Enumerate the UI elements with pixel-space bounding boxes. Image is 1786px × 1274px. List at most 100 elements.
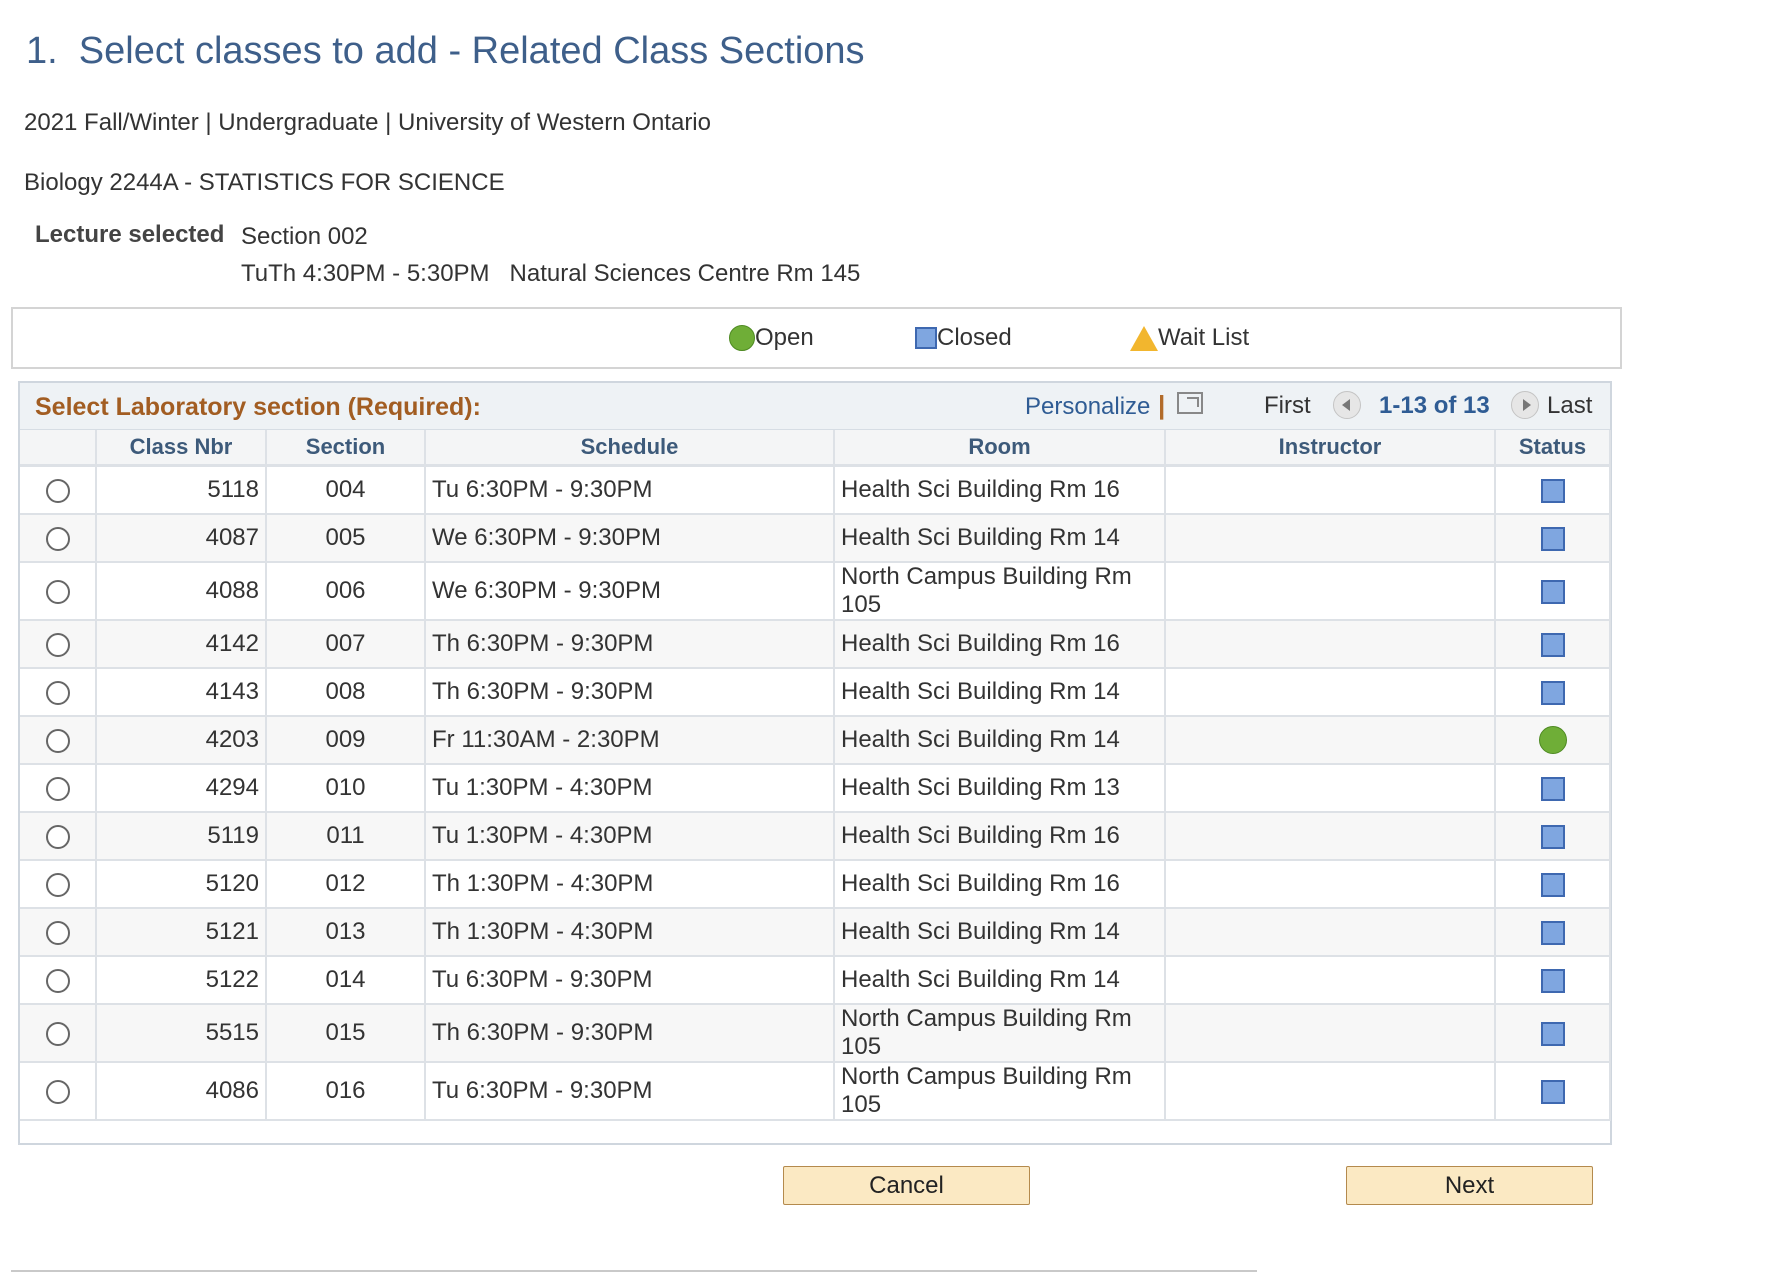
- section-link[interactable]: 007: [266, 620, 426, 669]
- table-row[interactable]: 4294 010 Tu 1:30PM - 4:30PM Health Sci Buil…: [20, 764, 1611, 813]
- section-radio-button[interactable]: [45, 968, 70, 993]
- instructor-cell: [1165, 1004, 1496, 1063]
- section-radio-button[interactable]: [45, 526, 70, 551]
- section-link[interactable]: 010: [266, 764, 426, 813]
- select-radio-cell: [20, 812, 97, 861]
- instructor-cell: [1165, 562, 1496, 621]
- section-link[interactable]: 009: [266, 716, 426, 765]
- lecture-schedule: TuTh 4:30PM - 5:30PM Natural Sciences Ce…: [241, 260, 861, 287]
- instructor-cell: [1165, 812, 1496, 861]
- section-radio-button[interactable]: [45, 680, 70, 705]
- section-radio-button[interactable]: [45, 632, 70, 657]
- legend-closed: Closed: [915, 324, 1012, 352]
- class-nbr-cell: 5121: [96, 908, 267, 957]
- class-nbr-cell: 4087: [96, 514, 267, 563]
- room-cell: North Campus Building Rm 105: [834, 1062, 1166, 1121]
- next-button[interactable]: Next: [1346, 1166, 1593, 1205]
- section-link[interactable]: 013: [266, 908, 426, 957]
- course-title: Biology 2244A - STATISTICS FOR SCIENCE: [24, 169, 505, 196]
- table-row[interactable]: 4088 006 We 6:30PM - 9:30PM North Campus Bu…: [20, 562, 1611, 621]
- section-radio-button[interactable]: [45, 1079, 70, 1104]
- status-cell: [1495, 465, 1611, 515]
- status-cell: [1495, 620, 1611, 669]
- section-link[interactable]: 016: [266, 1062, 426, 1121]
- select-radio-cell: [20, 514, 97, 563]
- grid-header: Select Laboratory section (Required): Pe…: [20, 383, 1610, 430]
- instructor-cell: [1165, 620, 1496, 669]
- section-radio-button[interactable]: [45, 776, 70, 801]
- instructor-cell: [1165, 956, 1496, 1005]
- legend-open: Open: [729, 324, 814, 352]
- room-cell: Health Sci Building Rm 13: [834, 764, 1166, 813]
- column-header-room[interactable]: Room: [834, 430, 1166, 467]
- table-row[interactable]: 5121 013 Th 1:30PM - 4:30PM Health Sci Buil…: [20, 908, 1611, 957]
- section-radio-button[interactable]: [45, 872, 70, 897]
- section-radio-button[interactable]: [45, 478, 70, 503]
- section-link[interactable]: 014: [266, 956, 426, 1005]
- class-nbr-cell: 4203: [96, 716, 267, 765]
- table-row[interactable]: 4086 016 Tu 6:30PM - 9:30PM North Campus Bu…: [20, 1062, 1611, 1121]
- section-radio-button[interactable]: [45, 824, 70, 849]
- closed-status-icon: [1540, 680, 1565, 705]
- section-radio-button[interactable]: [45, 920, 70, 945]
- section-radio-button[interactable]: [45, 1021, 70, 1046]
- class-nbr-cell: 5122: [96, 956, 267, 1005]
- table-row[interactable]: 5119 011 Tu 1:30PM - 4:30PM Health Sci Buil…: [20, 812, 1611, 861]
- select-radio-cell: [20, 620, 97, 669]
- section-link[interactable]: 005: [266, 514, 426, 563]
- view-all-popout-icon[interactable]: [1177, 392, 1203, 414]
- closed-status-icon: [1540, 1079, 1565, 1104]
- waitlist-status-icon: [1130, 325, 1158, 351]
- instructor-cell: [1165, 465, 1496, 515]
- room-cell: Health Sci Building Rm 14: [834, 668, 1166, 717]
- next-page-icon[interactable]: [1511, 391, 1539, 419]
- class-nbr-cell: 4086: [96, 1062, 267, 1121]
- table-row[interactable]: 4142 007 Th 6:30PM - 9:30PM Health Sci Buil…: [20, 620, 1611, 669]
- section-link[interactable]: 008: [266, 668, 426, 717]
- lecture-selected-label: Lecture selected: [35, 221, 225, 248]
- table-row[interactable]: 4143 008 Th 6:30PM - 9:30PM Health Sci Buil…: [20, 668, 1611, 717]
- previous-page-icon[interactable]: [1333, 391, 1361, 419]
- section-radio-button[interactable]: [45, 579, 70, 604]
- lecture-section: Section 002: [241, 223, 368, 250]
- section-link[interactable]: 015: [266, 1004, 426, 1063]
- select-radio-cell: [20, 956, 97, 1005]
- select-radio-cell: [20, 668, 97, 717]
- column-header-instructor[interactable]: Instructor: [1165, 430, 1496, 467]
- personalize-link[interactable]: Personalize: [1025, 393, 1150, 421]
- table-row[interactable]: 5120 012 Th 1:30PM - 4:30PM Health Sci Buil…: [20, 860, 1611, 909]
- schedule-cell: Fr 11:30AM - 2:30PM: [425, 716, 835, 765]
- first-page-link[interactable]: First: [1264, 392, 1311, 420]
- cancel-button[interactable]: Cancel: [783, 1166, 1030, 1205]
- column-header-section[interactable]: Section: [266, 430, 426, 467]
- section-link[interactable]: 011: [266, 812, 426, 861]
- section-radio-button[interactable]: [45, 728, 70, 753]
- legend-closed-label: Closed: [937, 324, 1012, 351]
- class-nbr-cell: 5119: [96, 812, 267, 861]
- schedule-cell: Th 6:30PM - 9:30PM: [425, 668, 835, 717]
- column-header-class-nbr[interactable]: Class Nbr: [96, 430, 267, 467]
- table-row[interactable]: 5118 004 Tu 6:30PM - 9:30PM Health Sci Buil…: [20, 465, 1611, 515]
- table-row[interactable]: 4203 009 Fr 11:30AM - 2:30PM Health Sci Bui…: [20, 716, 1611, 765]
- table-row[interactable]: 4087 005 We 6:30PM - 9:30PM Health Sci Buil…: [20, 514, 1611, 563]
- table-row[interactable]: 5122 014 Tu 6:30PM - 9:30PM Health Sci Buil…: [20, 956, 1611, 1005]
- schedule-cell: We 6:30PM - 9:30PM: [425, 514, 835, 563]
- last-page-link[interactable]: Last: [1547, 392, 1592, 420]
- class-nbr-cell: 4088: [96, 562, 267, 621]
- column-header-status[interactable]: Status: [1495, 430, 1611, 467]
- header-separator: |: [1158, 390, 1166, 420]
- class-nbr-cell: 5120: [96, 860, 267, 909]
- room-cell: North Campus Building Rm 105: [834, 562, 1166, 621]
- legend-waitlist-label: Wait List: [1158, 324, 1250, 351]
- status-legend: Open Closed Wait List: [11, 307, 1622, 369]
- closed-status-icon: [1540, 526, 1565, 551]
- instructor-cell: [1165, 1062, 1496, 1121]
- section-link[interactable]: 012: [266, 860, 426, 909]
- table-row[interactable]: 5515 015 Th 6:30PM - 9:30PM North Campus Bu…: [20, 1004, 1611, 1063]
- section-link[interactable]: 004: [266, 465, 426, 515]
- class-nbr-cell: 4143: [96, 668, 267, 717]
- column-header-schedule[interactable]: Schedule: [425, 430, 835, 467]
- select-radio-cell: [20, 1062, 97, 1121]
- class-nbr-cell: 5118: [96, 465, 267, 515]
- section-link[interactable]: 006: [266, 562, 426, 621]
